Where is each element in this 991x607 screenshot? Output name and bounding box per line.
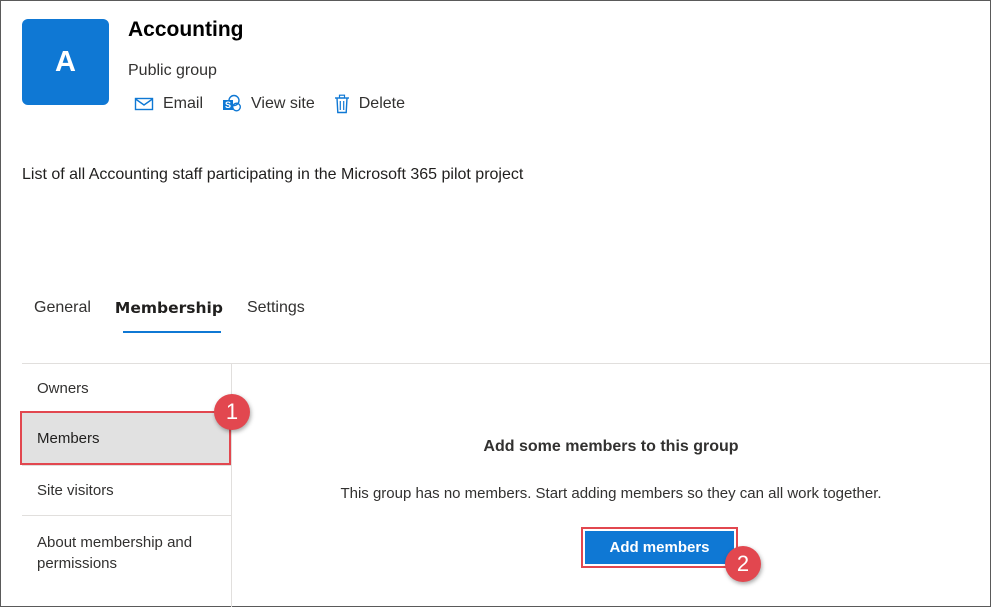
- view-site-action-label: View site: [251, 95, 315, 112]
- email-action-label: Email: [163, 95, 204, 112]
- svg-text:S: S: [225, 100, 231, 110]
- email-action[interactable]: Email: [134, 95, 203, 113]
- mail-icon: [134, 97, 154, 111]
- callout-badge-2: 2: [725, 546, 761, 582]
- group-avatar: A: [22, 19, 109, 105]
- add-members-button[interactable]: Add members: [585, 531, 734, 564]
- sidebar-item-members[interactable]: Members: [20, 411, 231, 465]
- delete-action[interactable]: Delete: [334, 94, 405, 114]
- sidebar-item-owners[interactable]: Owners: [22, 380, 231, 410]
- empty-state-text: This group has no members. Start adding …: [340, 485, 882, 502]
- avatar-letter: A: [55, 45, 76, 78]
- group-type: Public group: [128, 62, 217, 79]
- tab-bar: General Membership Settings: [22, 296, 317, 334]
- sidebar-item-about-membership[interactable]: About membership and permissions: [22, 532, 231, 574]
- delete-action-label: Delete: [358, 95, 405, 112]
- sidebar-item-site-visitors[interactable]: Site visitors: [22, 482, 231, 512]
- sidebar-item-divider: [22, 515, 231, 516]
- tab-membership[interactable]: Membership: [103, 296, 235, 334]
- group-description: List of all Accounting staff participati…: [22, 166, 524, 183]
- tab-settings[interactable]: Settings: [235, 296, 317, 334]
- group-name: Accounting: [128, 18, 244, 41]
- sharepoint-icon: S: [223, 94, 242, 112]
- callout-badge-1: 1: [214, 394, 250, 430]
- content-divider: [22, 363, 990, 364]
- sidebar-item-members-label: Members: [37, 429, 100, 447]
- sidebar-item-divider: [22, 465, 231, 466]
- empty-state-heading: Add some members to this group: [483, 438, 739, 455]
- tab-general[interactable]: General: [22, 296, 103, 334]
- view-site-action[interactable]: S View site: [222, 94, 315, 114]
- group-actions: Email S View site Delete: [134, 92, 424, 116]
- trash-icon: [334, 94, 349, 114]
- add-members-highlight: Add members: [581, 527, 738, 568]
- active-tab-indicator: [123, 331, 221, 333]
